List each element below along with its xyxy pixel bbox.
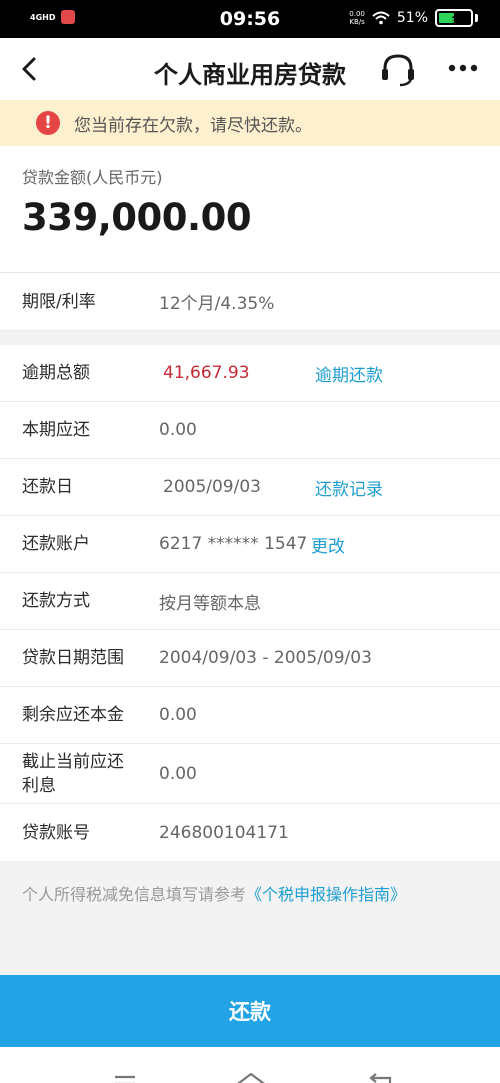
term-rate-row: 期限/利率 12个月/4.35%	[0, 273, 500, 331]
accrued-interest-label: 截止当前应还 利息	[22, 750, 142, 798]
overdue-total-value: 41,667.93	[163, 363, 250, 383]
remaining-principal-row: 剩余应还本金 0.00	[0, 687, 500, 744]
repay-account-row: 还款账户 6217 ****** 1547 更改	[0, 516, 500, 573]
tax-note-section: 个人所得税减免信息填写请参考《个税申报操作指南》	[0, 861, 500, 975]
speed-value: 0.00	[349, 10, 365, 18]
repay-day-value: 2005/09/03	[163, 477, 261, 497]
nav-bar: 个人商业用房贷款	[0, 38, 500, 100]
change-account-link[interactable]: 更改	[311, 532, 345, 557]
loan-date-range-value: 2004/09/03 - 2005/09/03	[159, 648, 372, 668]
repay-account-label: 还款账户	[22, 534, 90, 554]
accrued-interest-label-line1: 截止当前应还	[22, 751, 124, 772]
battery-percent: 51%	[396, 10, 428, 26]
accrued-interest-value: 0.00	[159, 763, 197, 784]
overdue-total-row: 逾期总额 41,667.93 逾期还款	[0, 345, 500, 402]
loan-account-label: 贷款账号	[22, 822, 90, 843]
loan-account-value: 246800104171	[159, 822, 289, 843]
page-title: 个人商业用房贷款	[154, 61, 346, 89]
alert-icon: !	[36, 111, 60, 135]
overdue-repay-link[interactable]: 逾期还款	[315, 361, 383, 386]
term-rate-label: 期限/利率	[22, 291, 96, 312]
repay-method-value: 按月等额本息	[159, 593, 261, 614]
tax-note-text: 个人所得税减免信息填写请参考	[22, 885, 247, 904]
remaining-principal-value: 0.00	[159, 705, 197, 725]
tax-guide-link[interactable]: 《个税申报操作指南》	[246, 885, 406, 904]
home-icon[interactable]	[231, 1067, 271, 1083]
repay-record-link[interactable]: 还款记录	[315, 475, 383, 500]
overdue-total-label: 逾期总额	[22, 363, 90, 383]
accrued-interest-label-line2: 利息	[22, 775, 56, 796]
menu-icon[interactable]	[105, 1067, 145, 1083]
system-nav-bar	[0, 1047, 500, 1083]
status-bar: 4GHD 09:56 0.00 KB/s 51% ⚡	[0, 0, 500, 38]
repay-account-value: 6217 ****** 1547	[159, 534, 308, 554]
current-due-value: 0.00	[159, 420, 197, 440]
return-icon[interactable]	[360, 1067, 400, 1083]
notice-text: 您当前存在欠款，请尽快还款。	[74, 115, 312, 136]
accrued-interest-row: 截止当前应还 利息 0.00	[0, 744, 500, 804]
headset-icon[interactable]	[378, 52, 418, 88]
repay-button[interactable]: 还款	[0, 975, 500, 1047]
wifi-icon	[372, 11, 390, 25]
battery-cap	[475, 14, 478, 22]
loan-amount-section: 贷款金额(人民币元) 339,000.00	[0, 146, 500, 273]
repay-day-row: 还款日 2005/09/03 还款记录	[0, 459, 500, 516]
speed-unit: KB/s	[349, 18, 365, 26]
section-divider	[0, 331, 500, 345]
overdue-notice: ! 您当前存在欠款，请尽快还款。	[0, 100, 500, 146]
remaining-principal-label: 剩余应还本金	[22, 705, 124, 725]
loan-account-row: 贷款账号 246800104171	[0, 804, 500, 861]
more-dots-icon[interactable]	[448, 60, 478, 76]
loan-date-range-label: 贷款日期范围	[22, 648, 124, 668]
repay-method-label: 还款方式	[22, 591, 90, 611]
current-due-row: 本期应还 0.00	[0, 402, 500, 459]
repay-day-label: 还款日	[22, 477, 73, 497]
loan-amount-value: 339,000.00	[22, 196, 252, 239]
tax-note: 个人所得税减免信息填写请参考《个税申报操作指南》	[22, 881, 500, 905]
battery-icon: ⚡	[435, 9, 473, 27]
term-rate-value: 12个月/4.35%	[159, 294, 275, 314]
repay-method-row: 还款方式 按月等额本息	[0, 573, 500, 630]
current-due-label: 本期应还	[22, 420, 90, 440]
loan-date-range-row: 贷款日期范围 2004/09/03 - 2005/09/03	[0, 630, 500, 687]
loan-amount-label: 贷款金额(人民币元)	[22, 168, 163, 187]
charging-icon: ⚡	[450, 11, 458, 25]
network-speed: 0.00 KB/s	[349, 10, 365, 26]
